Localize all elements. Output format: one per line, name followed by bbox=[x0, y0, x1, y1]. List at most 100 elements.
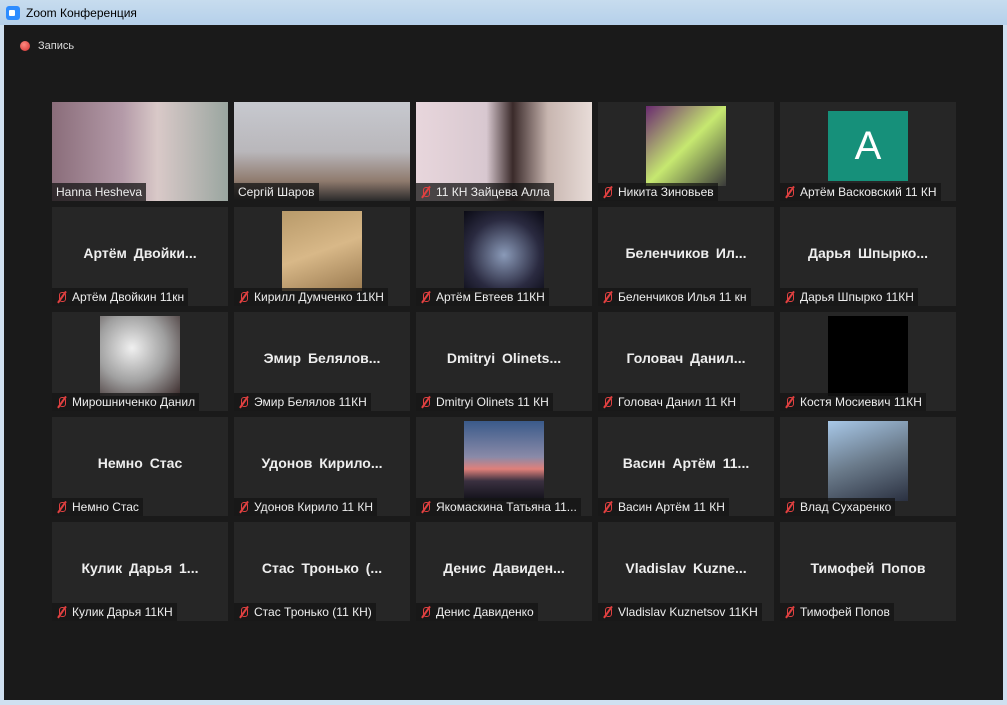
participant-tile[interactable]: Удонов Кирило... Удонов Кирило 11 КН bbox=[234, 417, 410, 516]
participant-name-label: Дарья Шпырко 11КН bbox=[780, 288, 918, 306]
participant-avatar bbox=[828, 421, 908, 501]
participant-name: Денис Давиденко bbox=[436, 605, 534, 619]
participant-name-label: Беленчиков Илья 11 кн bbox=[598, 288, 751, 306]
participant-display-name: Головач Данил... bbox=[626, 350, 746, 366]
avatar-letter: A bbox=[854, 123, 882, 168]
participant-display-name: Dmitryi Olinets... bbox=[446, 350, 562, 366]
participant-name: Никита Зиновьев bbox=[618, 185, 714, 199]
participant-avatar bbox=[100, 316, 180, 396]
participant-name-label: Никита Зиновьев bbox=[598, 183, 718, 201]
muted-mic-icon bbox=[238, 396, 250, 408]
muted-mic-icon bbox=[784, 186, 796, 198]
participant-name-label: Костя Мосиевич 11КН bbox=[780, 393, 926, 411]
muted-mic-icon bbox=[784, 606, 796, 618]
participant-display-name: Стас Тронько (... bbox=[261, 560, 383, 576]
participant-tile[interactable]: Кулик Дарья 1... Кулик Дарья 11КН bbox=[52, 522, 228, 621]
participant-tile[interactable]: Артём Двойки... Артём Двойкин 11кн bbox=[52, 207, 228, 306]
participant-tile[interactable]: Тимофей Попов Тимофей Попов bbox=[780, 522, 956, 621]
participant-name: Dmitryi Olinets 11 КН bbox=[436, 395, 549, 409]
participant-tile[interactable]: Васин Артём 11... Васин Артём 11 КН bbox=[598, 417, 774, 516]
participant-display-name: Vladislav Kuzne... bbox=[625, 560, 747, 576]
muted-mic-icon bbox=[56, 606, 68, 618]
participant-tile[interactable]: Мирошниченко Данил bbox=[52, 312, 228, 411]
muted-mic-icon bbox=[420, 291, 432, 303]
window-titlebar: Zoom Конференция bbox=[0, 0, 1007, 25]
recording-indicator[interactable]: Запись bbox=[20, 40, 74, 52]
participant-display-name: Беленчиков Ил... bbox=[625, 245, 747, 261]
participant-name: Костя Мосиевич 11КН bbox=[800, 395, 922, 409]
participant-avatar bbox=[464, 421, 544, 501]
participant-name-label: Артём Васковский 11 КН bbox=[780, 183, 941, 201]
muted-mic-icon bbox=[784, 396, 796, 408]
participant-tile[interactable]: Беленчиков Ил... Беленчиков Илья 11 кн bbox=[598, 207, 774, 306]
participant-tile[interactable]: Кирилл Думченко 11КН bbox=[234, 207, 410, 306]
participant-tile[interactable]: 11 КН Зайцева Алла bbox=[416, 102, 592, 201]
participant-name: Кирилл Думченко 11КН bbox=[254, 290, 384, 304]
participant-tile[interactable]: Дарья Шпырко... Дарья Шпырко 11КН bbox=[780, 207, 956, 306]
muted-mic-icon bbox=[602, 606, 614, 618]
participant-tile[interactable]: Эмир Белялов... Эмир Белялов 11КН bbox=[234, 312, 410, 411]
participant-tile[interactable]: Денис Давиден... Денис Давиденко bbox=[416, 522, 592, 621]
participant-avatar: A bbox=[828, 111, 908, 181]
participant-tile[interactable]: Немно Стас Немно Стас bbox=[52, 417, 228, 516]
participant-tile[interactable]: Vladislav Kuzne... Vladislav Kuznetsov 11… bbox=[598, 522, 774, 621]
participant-tile[interactable]: Стас Тронько (... Стас Тронько (11 КН) bbox=[234, 522, 410, 621]
participant-name-label: Денис Давиденко bbox=[416, 603, 538, 621]
participant-name-label: Немно Стас bbox=[52, 498, 143, 516]
participant-name: Беленчиков Илья 11 кн bbox=[618, 290, 747, 304]
muted-mic-icon bbox=[420, 186, 432, 198]
participant-tile[interactable]: Якомаскина Татьяна 11... bbox=[416, 417, 592, 516]
participant-name: Мирошниченко Данил bbox=[72, 395, 196, 409]
participant-tile[interactable]: Костя Мосиевич 11КН bbox=[780, 312, 956, 411]
muted-mic-icon bbox=[238, 291, 250, 303]
participant-name-label: Влад Сухаренко bbox=[780, 498, 896, 516]
participant-display-name: Удонов Кирило... bbox=[261, 455, 383, 471]
participant-name-label: 11 КН Зайцева Алла bbox=[416, 183, 554, 201]
participant-name: Hanna Hesheva bbox=[56, 185, 143, 199]
participant-name: Влад Сухаренко bbox=[800, 500, 892, 514]
participant-name-label: Кулик Дарья 11КН bbox=[52, 603, 177, 621]
participant-tile[interactable]: Артём Евтеев 11КН bbox=[416, 207, 592, 306]
participant-tile[interactable]: Hanna Hesheva bbox=[52, 102, 228, 201]
participant-name-label: Эмир Белялов 11КН bbox=[234, 393, 371, 411]
participant-name: Васин Артём 11 КН bbox=[618, 500, 725, 514]
participant-tile[interactable]: Влад Сухаренко bbox=[780, 417, 956, 516]
participant-tile[interactable]: Головач Данил... Головач Данил 11 КН bbox=[598, 312, 774, 411]
participant-display-name: Дарья Шпырко... bbox=[807, 245, 929, 261]
participant-tile[interactable]: Сергій Шаров bbox=[234, 102, 410, 201]
participant-name-label: Vladislav Kuznetsov 11KH bbox=[598, 603, 762, 621]
participant-tile[interactable]: Никита Зиновьев bbox=[598, 102, 774, 201]
muted-mic-icon bbox=[602, 396, 614, 408]
muted-mic-icon bbox=[420, 606, 432, 618]
participant-name: Якомаскина Татьяна 11... bbox=[436, 500, 577, 514]
participant-tile[interactable]: A Артём Васковский 11 КН bbox=[780, 102, 956, 201]
participant-avatar bbox=[464, 211, 544, 291]
muted-mic-icon bbox=[602, 501, 614, 513]
participant-name: Немно Стас bbox=[72, 500, 139, 514]
zoom-logo-icon bbox=[6, 5, 20, 20]
participant-avatar bbox=[282, 211, 362, 291]
participant-name-label: Васин Артём 11 КН bbox=[598, 498, 729, 516]
muted-mic-icon bbox=[420, 501, 432, 513]
participant-tile[interactable]: Dmitryi Olinets... Dmitryi Olinets 11 КН bbox=[416, 312, 592, 411]
record-icon bbox=[20, 41, 30, 51]
participant-name-label: Мирошниченко Данил bbox=[52, 393, 200, 411]
participant-display-name: Артём Двойки... bbox=[83, 245, 197, 261]
participant-name: Стас Тронько (11 КН) bbox=[254, 605, 372, 619]
participant-name-label: Сергій Шаров bbox=[234, 183, 319, 201]
muted-mic-icon bbox=[238, 501, 250, 513]
participant-name-label: Кирилл Думченко 11КН bbox=[234, 288, 388, 306]
muted-mic-icon bbox=[238, 606, 250, 618]
participant-display-name: Денис Давиден... bbox=[443, 560, 565, 576]
participant-name: Артём Васковский 11 КН bbox=[800, 185, 937, 199]
participant-display-name: Тимофей Попов bbox=[810, 560, 926, 576]
recording-label: Запись bbox=[38, 40, 75, 52]
muted-mic-icon bbox=[784, 291, 796, 303]
participant-name: 11 КН Зайцева Алла bbox=[436, 185, 550, 199]
participant-name-label: Якомаскина Татьяна 11... bbox=[416, 498, 581, 516]
participant-name: Дарья Шпырко 11КН bbox=[800, 290, 914, 304]
muted-mic-icon bbox=[420, 396, 432, 408]
participant-name: Артём Двойкин 11кн bbox=[72, 290, 185, 304]
participant-name-label: Артём Двойкин 11кн bbox=[52, 288, 189, 306]
participant-name-label: Удонов Кирило 11 КН bbox=[234, 498, 378, 516]
